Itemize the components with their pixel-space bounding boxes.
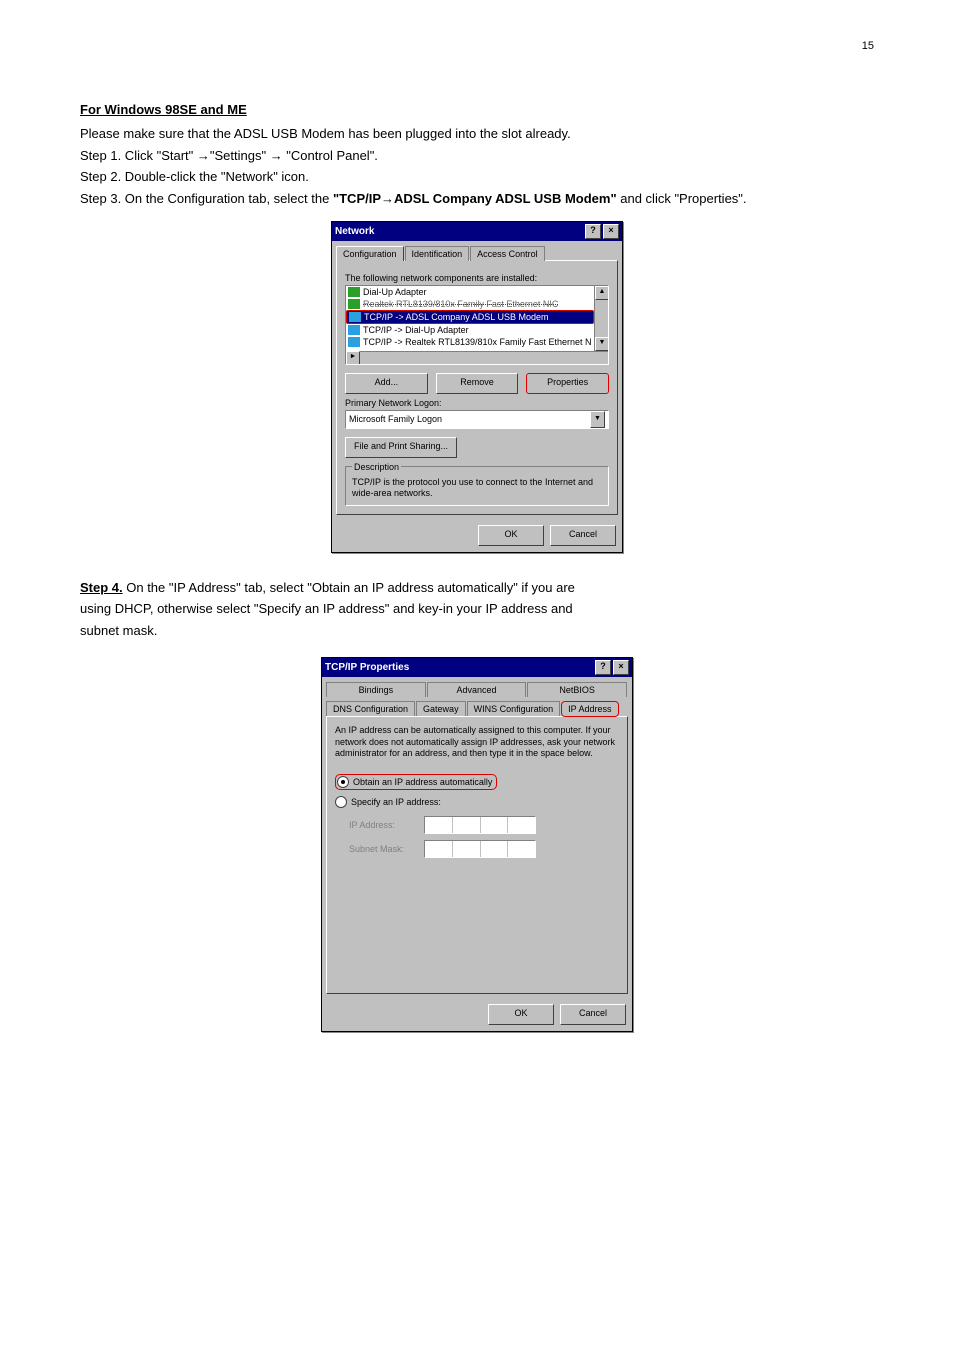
radio-icon[interactable] (337, 776, 349, 788)
tcpip-dialog: TCP/IP Properties ? × Bindings Advanced … (321, 657, 633, 1032)
dropdown-icon[interactable]: ▼ (590, 411, 605, 428)
help-icon[interactable]: ? (585, 224, 601, 239)
list-item[interactable]: Dial-Up Adapter (346, 286, 594, 298)
step2-text: Step 2. Double-click the "Network" icon. (80, 168, 874, 186)
scroll-down-icon[interactable]: ▼ (595, 337, 609, 351)
tab-identification[interactable]: Identification (405, 246, 470, 261)
ok-button[interactable]: OK (478, 525, 544, 546)
close-icon[interactable]: × (613, 660, 629, 675)
scroll-right-icon[interactable]: ► (346, 351, 360, 365)
section-title-win98: For Windows 98SE and ME (80, 102, 874, 117)
tab-advanced[interactable]: Advanced (427, 682, 527, 697)
protocol-icon (348, 337, 360, 347)
step4-line2: using DHCP, otherwise select "Specify an… (80, 600, 874, 618)
scroll-up-icon[interactable]: ▲ (595, 286, 609, 300)
help-icon[interactable]: ? (595, 660, 611, 675)
file-print-sharing-button[interactable]: File and Print Sharing... (345, 437, 457, 458)
highlight-tcpip-adsl: TCP/IP -> ADSL Company ADSL USB Modem (346, 310, 594, 324)
properties-button[interactable]: Properties (526, 373, 609, 394)
components-listbox[interactable]: Dial-Up Adapter Realtek RTL8139/810x Fam… (345, 285, 609, 365)
vertical-scrollbar[interactable]: ▲ ▼ (594, 286, 608, 351)
ok-button[interactable]: OK (488, 1004, 554, 1025)
tab-wins[interactable]: WINS Configuration (467, 701, 561, 717)
tab-configuration[interactable]: Configuration (336, 246, 404, 261)
tab-access-control[interactable]: Access Control (470, 246, 545, 261)
cancel-button[interactable]: Cancel (550, 525, 616, 546)
protocol-icon (349, 312, 361, 322)
tab-ip-address[interactable]: IP Address (561, 701, 618, 717)
horizontal-scrollbar[interactable]: ◄ ► (346, 351, 608, 364)
tab-gateway[interactable]: Gateway (416, 701, 466, 717)
primary-logon-select[interactable]: Microsoft Family Logon ▼ (345, 410, 609, 429)
primary-logon-label: Primary Network Logon: (345, 398, 609, 408)
step4-text: Step 4. On the "IP Address" tab, select … (80, 579, 874, 597)
subnet-mask-row: Subnet Mask: (349, 840, 619, 858)
tab-netbios[interactable]: NetBIOS (527, 682, 627, 697)
cancel-button[interactable]: Cancel (560, 1004, 626, 1025)
ip-address-row: IP Address: (349, 816, 619, 834)
subnet-mask-input[interactable] (424, 840, 536, 858)
step4-line3: subnet mask. (80, 622, 874, 640)
tcpip-titlebar: TCP/IP Properties ? × (322, 658, 632, 677)
radio-obtain-auto[interactable]: Obtain an IP address automatically (335, 774, 497, 790)
list-item-selected[interactable]: TCP/IP -> ADSL Company ADSL USB Modem (347, 311, 593, 323)
list-item[interactable]: Realtek RTL8139/810x Family Fast Etherne… (346, 298, 594, 310)
radio-icon[interactable] (335, 796, 347, 808)
adapter-icon (348, 287, 360, 297)
installed-components-label: The following network components are ins… (345, 273, 609, 283)
adapter-icon (348, 299, 360, 309)
ip-explain-text: An IP address can be automatically assig… (335, 725, 619, 759)
remove-button[interactable]: Remove (436, 373, 519, 394)
list-item[interactable]: TCP/IP -> Realtek RTL8139/810x Family Fa… (346, 336, 594, 348)
step3-text: Step 3. On the Configuration tab, select… (80, 190, 874, 208)
subnet-mask-label: Subnet Mask: (349, 844, 424, 854)
network-titlebar: Network ? × (332, 222, 622, 241)
radio-specify[interactable]: Specify an IP address: (335, 796, 619, 808)
add-button[interactable]: Add... (345, 373, 428, 394)
tab-bindings[interactable]: Bindings (326, 682, 426, 697)
step1-text: Step 1. Click "Start" →"Settings" → "Con… (80, 147, 874, 165)
ip-address-input[interactable] (424, 816, 536, 834)
network-dialog: Network ? × Configuration Identification… (331, 221, 623, 553)
protocol-icon (348, 325, 360, 335)
description-legend: Description (352, 462, 401, 472)
network-title: Network (335, 226, 374, 237)
description-text: TCP/IP is the protocol you use to connec… (352, 477, 602, 499)
tab-dns[interactable]: DNS Configuration (326, 701, 415, 717)
tcpip-title: TCP/IP Properties (325, 662, 409, 673)
description-fieldset: Description TCP/IP is the protocol you u… (345, 466, 609, 506)
intro-text: Please make sure that the ADSL USB Modem… (80, 125, 874, 143)
list-item[interactable]: TCP/IP -> Dial-Up Adapter (346, 324, 594, 336)
page-number: 15 (80, 40, 874, 52)
close-icon[interactable]: × (603, 224, 619, 239)
ip-address-label: IP Address: (349, 820, 424, 830)
